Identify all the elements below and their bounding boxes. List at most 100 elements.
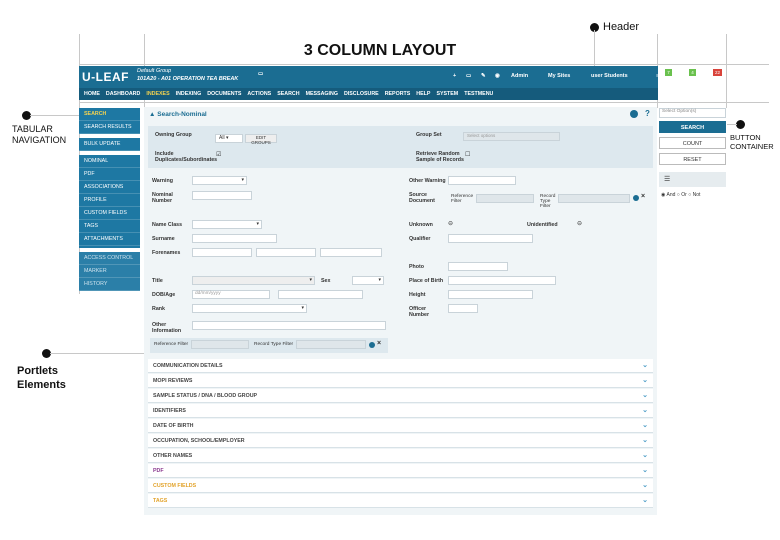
add-filter-icon-2[interactable]: [369, 342, 375, 348]
portlet-header[interactable]: OCCUPATION, SCHOOL/EMPLOYER ⌄: [148, 434, 653, 448]
portlet-header[interactable]: TAGS ⌄: [148, 494, 653, 508]
sidebar-item[interactable]: MARKER: [79, 265, 140, 278]
chevron-down-icon[interactable]: ⌄: [642, 479, 648, 493]
and-option[interactable]: And: [666, 192, 675, 198]
chevron-down-icon[interactable]: ⌄: [642, 419, 648, 433]
unknown-checkbox[interactable]: ⊖: [448, 220, 453, 227]
title-select[interactable]: ▾: [192, 276, 315, 285]
portlet-header[interactable]: CUSTOM FIELDS ⌄: [148, 479, 653, 493]
forename-3-input[interactable]: [320, 248, 382, 257]
nominal-number-input[interactable]: [192, 191, 252, 200]
forename-2-input[interactable]: [256, 248, 316, 257]
portlet-header[interactable]: COMMUNICATION DETAILS ⌄: [148, 359, 653, 373]
nav-item[interactable]: HELP: [416, 91, 430, 97]
list-icon[interactable]: ≡: [656, 73, 659, 79]
add-icon[interactable]: +: [453, 73, 456, 79]
officer-number-input[interactable]: [448, 304, 478, 313]
sidebar-item[interactable]: ATTACHMENTS: [79, 233, 140, 246]
clear-filter-icon[interactable]: ×: [641, 193, 645, 200]
nav-item[interactable]: ACTIONS: [247, 91, 271, 97]
chevron-down-icon[interactable]: ⌄: [642, 464, 648, 478]
surname-input[interactable]: [192, 234, 277, 243]
sidebar-item[interactable]: CUSTOM FIELDS: [79, 207, 140, 220]
nav-item[interactable]: DISCLOSURE: [344, 91, 379, 97]
age-input[interactable]: [278, 290, 363, 299]
sidebar-item[interactable]: SEARCH: [79, 108, 140, 121]
reset-button[interactable]: RESET: [659, 153, 726, 165]
help-icon[interactable]: ?: [645, 109, 650, 118]
sidebar-item[interactable]: ACCESS CONTROL: [79, 252, 140, 265]
portlet-header[interactable]: OTHER NAMES ⌄: [148, 449, 653, 463]
reference-filter-input[interactable]: [476, 194, 534, 203]
sex-select[interactable]: ▾: [352, 276, 384, 285]
mail-icon[interactable]: ✉: [681, 73, 686, 79]
unidentified-checkbox[interactable]: ⊖: [577, 220, 582, 227]
monitor-icon[interactable]: ▭: [258, 71, 263, 77]
admin-menu[interactable]: Admin: [511, 73, 528, 79]
portlet-header[interactable]: PDF ⌄: [148, 464, 653, 478]
nav-item[interactable]: SYSTEM: [436, 91, 458, 97]
not-option[interactable]: Not: [693, 192, 701, 198]
include-dupes-checkbox[interactable]: ☑: [216, 151, 221, 158]
nav-item[interactable]: HOME: [84, 91, 100, 97]
photo-input[interactable]: [448, 262, 508, 271]
edit-groups-button[interactable]: EDIT GROUPS: [245, 134, 277, 145]
dob-input[interactable]: dd/mm/yyyy: [192, 290, 270, 299]
sidebar-item[interactable]: PROFILE: [79, 194, 140, 207]
qualifier-input[interactable]: [448, 234, 533, 243]
logic-radio-group[interactable]: ◉ And ○ Or ○ Not: [661, 192, 700, 198]
owning-group-select[interactable]: All ▾: [215, 134, 243, 143]
reference-filter-input-2[interactable]: [191, 340, 249, 349]
group-set-select[interactable]: Select options: [463, 132, 560, 141]
retrieve-random-checkbox[interactable]: ☐: [465, 151, 470, 158]
app-logo[interactable]: U-LEAF: [82, 70, 129, 84]
nav-item[interactable]: MESSAGING: [306, 91, 338, 97]
count-button[interactable]: COUNT: [659, 137, 726, 149]
height-input[interactable]: [448, 290, 533, 299]
name-class-select[interactable]: ▾: [192, 220, 262, 229]
nav-item[interactable]: REPORTS: [385, 91, 411, 97]
other-warning-input[interactable]: [448, 176, 516, 185]
my-sites-menu[interactable]: My Sites: [548, 73, 570, 79]
search-button[interactable]: SEARCH: [659, 121, 726, 133]
user-menu[interactable]: user Students: [591, 73, 647, 79]
chevron-down-icon[interactable]: ⌄: [642, 389, 648, 403]
sidebar-item[interactable]: TAGS: [79, 220, 140, 233]
chevron-down-icon[interactable]: ⌄: [642, 404, 648, 418]
chevron-down-icon[interactable]: ⌄: [642, 374, 648, 388]
nav-item[interactable]: INDEXING: [176, 91, 202, 97]
nav-item[interactable]: INDEXES: [146, 91, 169, 97]
chevron-down-icon[interactable]: ⌄: [642, 434, 648, 448]
rank-select[interactable]: ▾: [192, 304, 307, 313]
add-filter-icon[interactable]: [633, 195, 639, 201]
option-select[interactable]: Select Option(s): [659, 108, 726, 118]
record-type-filter-input[interactable]: [558, 194, 630, 203]
place-of-birth-input[interactable]: [448, 276, 556, 285]
forename-1-input[interactable]: [192, 248, 252, 257]
sidebar-item[interactable]: SEARCH RESULTS: [79, 121, 140, 134]
chevron-down-icon[interactable]: ⌄: [642, 449, 648, 463]
settings-icon[interactable]: [630, 110, 638, 118]
nav-item[interactable]: DOCUMENTS: [207, 91, 241, 97]
other-information-input[interactable]: [192, 321, 386, 330]
sidebar-item[interactable]: NOMINAL: [79, 155, 140, 168]
nav-item[interactable]: DASHBOARD: [106, 91, 140, 97]
eye-icon[interactable]: ◉: [495, 73, 500, 79]
sidebar-item[interactable]: BULK UPDATE: [79, 138, 140, 151]
chevron-down-icon[interactable]: ⌄: [642, 359, 648, 373]
nav-item[interactable]: TESTMENU: [464, 91, 493, 97]
portlet-header[interactable]: SAMPLE STATUS / DNA / BLOOD GROUP ⌄: [148, 389, 653, 403]
edit-icon[interactable]: ✎: [481, 73, 486, 79]
sidebar-item[interactable]: ASSOCIATIONS: [79, 181, 140, 194]
sidebar-item[interactable]: HISTORY: [79, 278, 140, 291]
display-icon[interactable]: ▭: [466, 73, 471, 79]
portlet-header[interactable]: DATE OF BIRTH ⌄: [148, 419, 653, 433]
sidebar-item[interactable]: PDF: [79, 168, 140, 181]
clear-filter-icon-2[interactable]: ×: [377, 340, 381, 347]
portlet-header[interactable]: MOPI REVIEWS ⌄: [148, 374, 653, 388]
bell-icon[interactable]: ♪: [706, 73, 709, 79]
record-type-filter-input-2[interactable]: [296, 340, 366, 349]
or-option[interactable]: Or: [681, 192, 687, 198]
warning-select[interactable]: ▾: [192, 176, 247, 185]
chevron-down-icon[interactable]: ⌄: [642, 494, 648, 508]
